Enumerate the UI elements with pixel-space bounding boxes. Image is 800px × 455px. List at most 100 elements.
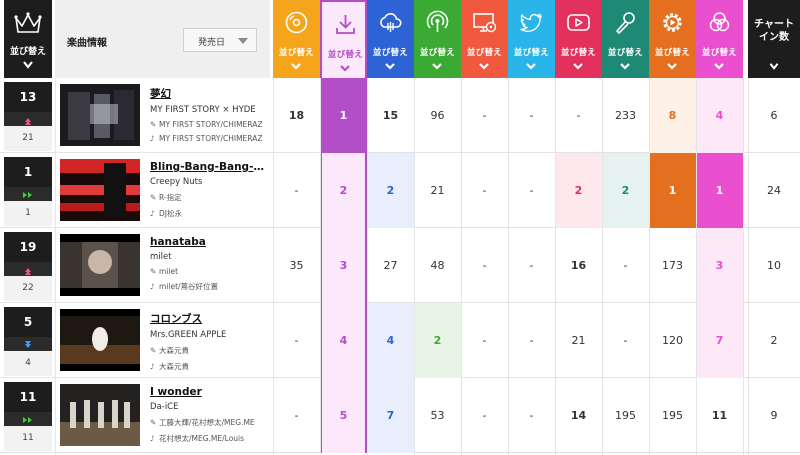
rank-cell: -	[482, 334, 487, 347]
chevron-down-icon	[526, 63, 536, 70]
rank-cell: -	[294, 334, 299, 347]
table-row: 11 11 I wonder Da-iCE ✎ 工藤大輝/花村想太/MEG.ME ♪ 花村想太…	[0, 378, 800, 453]
rank-cell: 4	[320, 303, 367, 378]
lyricist: 大森元貴	[159, 346, 189, 355]
song-info: コロンブス Mrs.GREEN APPLE ✎ 大森元貴 ♪ 大森元貴	[150, 311, 268, 372]
song-title-link[interactable]: Bling-Bang-Bang-Born	[150, 161, 268, 173]
video-thumbnail[interactable]	[60, 84, 140, 146]
rank-cell: -	[529, 109, 534, 122]
video-thumbnail[interactable]	[60, 309, 140, 371]
pencil-icon: ✎	[150, 120, 157, 129]
sort-column-twitter-button[interactable]: 並び替え	[508, 0, 555, 78]
table-header: 並び替え 楽曲情報 発売日 並び替え 並び替え 並び替え 並び替え 並び替え 並び替え 並び…	[0, 0, 800, 78]
twitter-icon	[520, 13, 542, 32]
sort-label: 並び替え	[327, 50, 364, 60]
rank-cell: 2	[602, 153, 649, 228]
rank-movement	[4, 337, 52, 351]
chevron-down-icon	[385, 63, 395, 70]
video-play-icon	[567, 14, 590, 31]
chevron-down-icon	[479, 63, 489, 70]
column-divider	[602, 78, 603, 455]
video-thumbnail[interactable]	[60, 159, 140, 221]
pencil-icon: ✎	[150, 346, 157, 355]
sort-column-video-play-button[interactable]: 並び替え	[555, 0, 602, 78]
song-title-link[interactable]: I wonder	[150, 386, 268, 398]
sort-label: 並び替え	[372, 48, 409, 58]
rank-cell: -	[482, 259, 487, 272]
column-divider	[748, 78, 749, 455]
rank-cell: 48	[430, 259, 445, 272]
rank-cell: 4	[367, 303, 414, 378]
rank-badge: 13 21	[4, 82, 52, 151]
table-row: 19 22 hanataba milet ✎ milet ♪ milet/蔦谷好位置 35 3 27…	[0, 228, 800, 303]
previous-rank: 21	[4, 126, 52, 151]
rank-cell: -	[294, 184, 299, 197]
rank-movement	[4, 112, 52, 126]
chart-in-count: 6	[770, 109, 778, 122]
rank-cell: 2	[320, 153, 367, 228]
artist-name: Creepy Nuts	[150, 177, 203, 187]
composer: 花村想太/MEG.ME/Louis	[159, 434, 245, 443]
composer: 大森元貴	[159, 362, 189, 371]
previous-rank: 22	[4, 276, 52, 301]
song-title-link[interactable]: hanataba	[150, 236, 268, 248]
lyricist: MY FIRST STORY/CHIMERAZ	[159, 120, 263, 129]
gear-play-icon	[663, 13, 682, 32]
dropdown-arrow-icon	[238, 38, 248, 44]
pencil-icon: ✎	[150, 193, 157, 202]
chevron-down-icon	[432, 63, 442, 70]
song-title-link[interactable]: コロンブス	[150, 311, 268, 326]
music-note-icon: ♪	[150, 362, 155, 371]
rank-cell: 15	[382, 109, 399, 122]
rank-cell: -	[576, 109, 581, 122]
sort-column-cloud-stream-button[interactable]: 並び替え	[367, 0, 414, 78]
rank-cell: 1	[320, 78, 367, 153]
rank-cell: 1	[649, 153, 696, 228]
podcast-radio-icon	[426, 10, 449, 32]
rank-stay-icon	[23, 417, 32, 423]
cd-icon	[285, 11, 308, 34]
rank-cell: 21	[430, 184, 445, 197]
song-info-title: 楽曲情報	[67, 38, 107, 49]
rank-cell: 120	[662, 334, 683, 347]
sort-column-venn-button[interactable]: 並び替え	[696, 0, 743, 78]
rank-movement	[4, 412, 52, 426]
song-info: I wonder Da-iCE ✎ 工藤大輝/花村想太/MEG.ME ♪ 花村想太/MEG…	[150, 386, 268, 444]
song-title-link[interactable]: 夢幻	[150, 86, 268, 101]
sort-label: 並び替え	[513, 48, 550, 58]
chart-in-count: 9	[770, 409, 778, 422]
chevron-down-icon	[620, 63, 630, 70]
sort-column-download-button[interactable]: 並び替え	[320, 0, 367, 78]
rank-cell: 18	[288, 109, 305, 122]
sort-label: 並び替え	[466, 48, 503, 58]
column-divider	[414, 78, 415, 455]
sort-column-pc-disc-button[interactable]: 並び替え	[461, 0, 508, 78]
rank-cell: -	[623, 334, 628, 347]
video-thumbnail[interactable]	[60, 384, 140, 446]
rank-cell: 16	[570, 259, 587, 272]
rank-up-icon	[25, 268, 31, 275]
sort-dropdown[interactable]: 発売日	[183, 28, 257, 52]
sort-by-rank-button[interactable]: 並び替え	[4, 0, 52, 78]
chart-in-count: 2	[770, 334, 778, 347]
column-divider	[320, 78, 321, 455]
sort-column-podcast-radio-button[interactable]: 並び替え	[414, 0, 461, 78]
rank-cell: 2	[555, 153, 602, 228]
microphone-icon	[616, 12, 635, 34]
music-note-icon: ♪	[150, 134, 155, 143]
column-divider	[55, 78, 56, 455]
sort-label: 並び替え	[701, 48, 738, 58]
video-thumbnail[interactable]	[60, 234, 140, 296]
column-divider	[367, 78, 368, 455]
song-info-header: 楽曲情報 発売日	[55, 0, 270, 78]
rank-cell: 35	[289, 259, 304, 272]
sort-column-gear-play-button[interactable]: 並び替え	[649, 0, 696, 78]
sort-column-microphone-button[interactable]: 並び替え	[602, 0, 649, 78]
music-note-icon: ♪	[150, 209, 155, 218]
artist-name: Da-iCE	[150, 402, 179, 412]
rank-sort-label: 並び替え	[9, 47, 46, 57]
chevron-down-icon	[23, 61, 33, 69]
sort-column-cd-button[interactable]: 並び替え	[273, 0, 320, 78]
sort-by-chart-in-button[interactable]: チャート イン数	[748, 0, 800, 78]
rank-cell: 2	[414, 303, 461, 378]
